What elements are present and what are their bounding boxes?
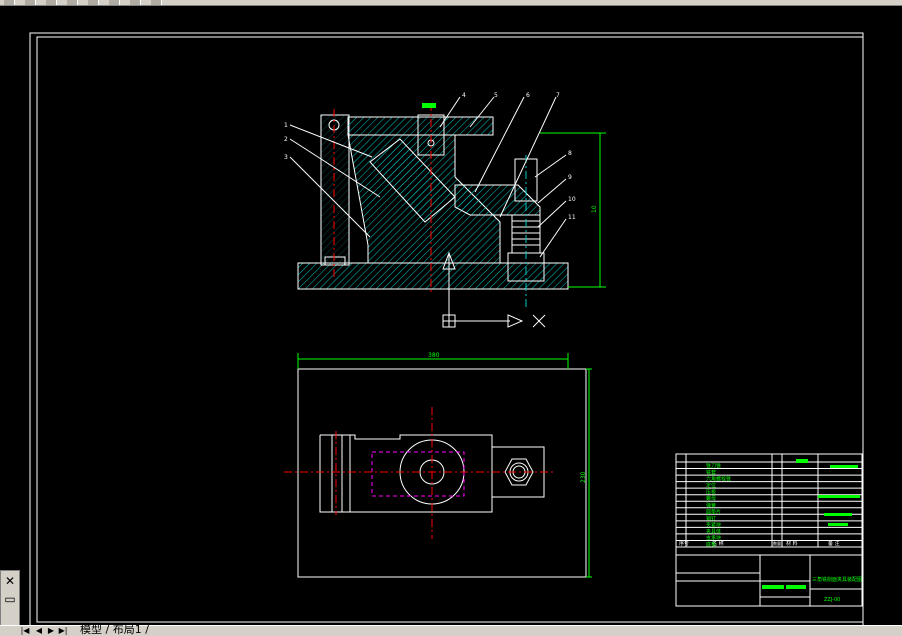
bom-item-name: 弹簧 xyxy=(706,502,716,509)
bom-item-name: 底板 xyxy=(706,541,716,548)
bom-header-remark: 备 注 xyxy=(828,540,840,547)
bom-header-material: 材 料 xyxy=(786,540,798,547)
part-label: 8 xyxy=(568,150,572,157)
toolbar-button[interactable] xyxy=(25,0,36,5)
cad-toolbar xyxy=(0,0,902,6)
bom-item-name: 定位 xyxy=(706,482,716,489)
part-label: 1 xyxy=(284,122,288,129)
dim-width: 380 xyxy=(428,352,440,359)
toolbar-button[interactable] xyxy=(151,0,162,5)
part-label: 6 xyxy=(526,92,530,99)
drawing-canvas[interactable]: 10 1 2 3 4 5 6 7 8 9 10 11 380 230 序号 名 … xyxy=(0,7,902,627)
bom-item-name: 夹具体 xyxy=(706,528,721,535)
dim-height: 10 xyxy=(591,205,598,213)
part-label: 3 xyxy=(284,154,288,161)
title-block: 序号 名 称 数量 材 料 备 注 三角铣削面夹具装配图 ZZJ-00 xyxy=(675,453,863,607)
side-tool-panel: ✕ ▭ xyxy=(0,570,20,630)
part-label: 4 xyxy=(462,92,466,99)
bom-item-name: 压板 xyxy=(706,489,716,496)
front-view: 10 1 2 3 4 5 6 7 8 9 10 11 xyxy=(284,92,606,307)
bom-item-name: 夹紧块 xyxy=(706,521,721,528)
toolbar-button[interactable] xyxy=(130,0,141,5)
window-icon[interactable]: ▭ xyxy=(2,591,18,607)
part-label: 10 xyxy=(568,196,576,203)
toolbar-button[interactable] xyxy=(4,0,15,5)
close-x-icon[interactable]: ✕ xyxy=(2,573,18,589)
layout-tabs[interactable]: 模型 / 布局1 / xyxy=(80,624,149,635)
toolbar-button[interactable] xyxy=(67,0,78,5)
dim-depth: 230 xyxy=(580,471,587,483)
bom-header-no: 序号 xyxy=(679,540,689,547)
top-view: 380 230 xyxy=(284,352,592,578)
bom-header-qty: 数量 xyxy=(773,540,781,546)
toolbar-button[interactable] xyxy=(46,0,57,5)
part-label: 2 xyxy=(284,136,288,143)
bom-item-name: 铣套 xyxy=(706,469,716,476)
toolbar-button[interactable] xyxy=(88,0,99,5)
bom-item-name: 圆垫片 xyxy=(706,508,721,515)
layout-statusbar: |◀ ◀ ▶ ▶| 模型 / 布局1 / xyxy=(0,624,902,636)
bom-item-name: 销钉 xyxy=(706,515,716,522)
part-label: 7 xyxy=(556,92,560,99)
bom-item-name: 支承块 xyxy=(706,534,721,541)
toolbar-button[interactable] xyxy=(109,0,120,5)
part-label: 11 xyxy=(568,214,576,221)
part-label: 5 xyxy=(494,92,498,99)
part-label: 9 xyxy=(568,174,572,181)
drawing-number: ZZJ-00 xyxy=(824,597,840,603)
bom-item-name: 六角螺栓铣 xyxy=(706,476,731,483)
bom-item-name: 螺母 xyxy=(706,495,716,502)
bom-item-name: 铣刀铣 xyxy=(706,463,721,470)
drawing-title: 三角铣削面夹具装配图 xyxy=(812,576,862,583)
